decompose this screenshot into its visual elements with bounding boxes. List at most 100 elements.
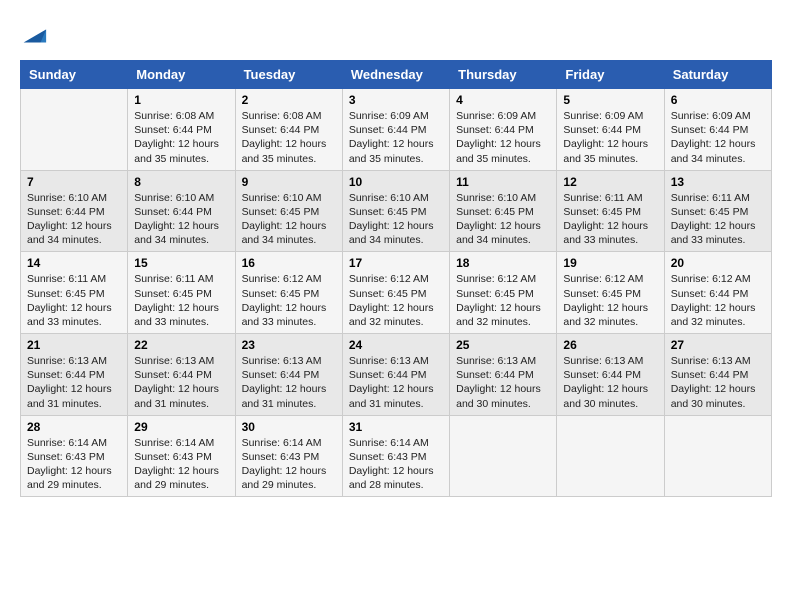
day-info: Sunrise: 6:09 AMSunset: 6:44 PMDaylight:… [671, 109, 765, 166]
week-row-2: 14 Sunrise: 6:11 AMSunset: 6:45 PMDayligh… [21, 252, 772, 334]
day-info: Sunrise: 6:09 AMSunset: 6:44 PMDaylight:… [349, 109, 443, 166]
day-info: Sunrise: 6:13 AMSunset: 6:44 PMDaylight:… [563, 354, 657, 411]
day-cell: 8Sunrise: 6:10 AMSunset: 6:44 PMDaylight… [128, 170, 235, 252]
day-info: Sunrise: 6:14 AMSunset: 6:43 PMDaylight:… [134, 436, 228, 493]
day-cell: 19 Sunrise: 6:12 AMSunset: 6:45 PMDayligh… [557, 252, 664, 334]
header-cell-friday: Friday [557, 61, 664, 89]
header-cell-saturday: Saturday [664, 61, 771, 89]
day-number: 27 [671, 338, 765, 352]
day-cell: 31 Sunrise: 6:14 AMSunset: 6:43 PMDayligh… [342, 415, 449, 497]
day-cell: 9 Sunrise: 6:10 AMSunset: 6:45 PMDaylight… [235, 170, 342, 252]
day-number: 19 [563, 256, 657, 270]
day-info: Sunrise: 6:12 AMSunset: 6:44 PMDaylight:… [671, 272, 765, 329]
day-cell: 10 Sunrise: 6:10 AMSunset: 6:45 PMDayligh… [342, 170, 449, 252]
day-number: 21 [27, 338, 121, 352]
day-info: Sunrise: 6:13 AMSunset: 6:44 PMDaylight:… [456, 354, 550, 411]
day-info: Sunrise: 6:08 AMSunset: 6:44 PMDaylight:… [134, 109, 228, 166]
header [20, 20, 772, 50]
day-number: 18 [456, 256, 550, 270]
day-cell: 1 Sunrise: 6:08 AMSunset: 6:44 PMDaylight… [128, 89, 235, 171]
logo [20, 20, 50, 50]
day-number: 23 [242, 338, 336, 352]
header-cell-thursday: Thursday [450, 61, 557, 89]
day-number: 10 [349, 175, 443, 189]
day-info: Sunrise: 6:11 AMSunset: 6:45 PMDaylight:… [27, 272, 121, 329]
day-number: 14 [27, 256, 121, 270]
day-info: Sunrise: 6:09 AMSunset: 6:44 PMDaylight:… [563, 109, 657, 166]
day-cell: 16 Sunrise: 6:12 AMSunset: 6:45 PMDayligh… [235, 252, 342, 334]
day-number: 9 [242, 175, 336, 189]
day-cell: 27 Sunrise: 6:13 AMSunset: 6:44 PMDayligh… [664, 334, 771, 416]
day-number: 28 [27, 420, 121, 434]
day-info: Sunrise: 6:14 AMSunset: 6:43 PMDaylight:… [349, 436, 443, 493]
day-cell: 29 Sunrise: 6:14 AMSunset: 6:43 PMDayligh… [128, 415, 235, 497]
day-info: Sunrise: 6:10 AMSunset: 6:45 PMDaylight:… [456, 191, 550, 248]
day-cell: 17 Sunrise: 6:12 AMSunset: 6:45 PMDayligh… [342, 252, 449, 334]
day-info: Sunrise: 6:12 AMSunset: 6:45 PMDaylight:… [563, 272, 657, 329]
day-number: 3 [349, 93, 443, 107]
day-number: 25 [456, 338, 550, 352]
header-cell-wednesday: Wednesday [342, 61, 449, 89]
day-info: Sunrise: 6:14 AMSunset: 6:43 PMDaylight:… [27, 436, 121, 493]
day-cell: 22 Sunrise: 6:13 AMSunset: 6:44 PMDayligh… [128, 334, 235, 416]
day-number: 15 [134, 256, 228, 270]
week-row-4: 28 Sunrise: 6:14 AMSunset: 6:43 PMDayligh… [21, 415, 772, 497]
day-info: Sunrise: 6:12 AMSunset: 6:45 PMDaylight:… [242, 272, 336, 329]
day-info: Sunrise: 6:13 AMSunset: 6:44 PMDaylight:… [27, 354, 121, 411]
day-cell: 15 Sunrise: 6:11 AMSunset: 6:45 PMDayligh… [128, 252, 235, 334]
day-number: 6 [671, 93, 765, 107]
day-info: Sunrise: 6:08 AMSunset: 6:44 PMDaylight:… [242, 109, 336, 166]
day-cell: 11 Sunrise: 6:10 AMSunset: 6:45 PMDayligh… [450, 170, 557, 252]
week-row-0: 1 Sunrise: 6:08 AMSunset: 6:44 PMDaylight… [21, 89, 772, 171]
day-cell [664, 415, 771, 497]
day-info: Sunrise: 6:13 AMSunset: 6:44 PMDaylight:… [671, 354, 765, 411]
day-number: 12 [563, 175, 657, 189]
day-cell: 24Sunrise: 6:13 AMSunset: 6:44 PMDayligh… [342, 334, 449, 416]
day-info: Sunrise: 6:10 AMSunset: 6:45 PMDaylight:… [349, 191, 443, 248]
day-number: 7 [27, 175, 121, 189]
day-number: 4 [456, 93, 550, 107]
day-number: 5 [563, 93, 657, 107]
day-number: 8 [134, 175, 228, 189]
day-info: Sunrise: 6:13 AMSunset: 6:44 PMDaylight:… [242, 354, 336, 411]
day-number: 2 [242, 93, 336, 107]
day-cell [557, 415, 664, 497]
day-number: 13 [671, 175, 765, 189]
day-cell: 30 Sunrise: 6:14 AMSunset: 6:43 PMDayligh… [235, 415, 342, 497]
day-info: Sunrise: 6:12 AMSunset: 6:45 PMDaylight:… [349, 272, 443, 329]
day-cell: 12 Sunrise: 6:11 AMSunset: 6:45 PMDayligh… [557, 170, 664, 252]
day-cell: 3 Sunrise: 6:09 AMSunset: 6:44 PMDaylight… [342, 89, 449, 171]
calendar-table: SundayMondayTuesdayWednesdayThursdayFrid… [20, 60, 772, 497]
day-info: Sunrise: 6:12 AMSunset: 6:45 PMDaylight:… [456, 272, 550, 329]
day-number: 16 [242, 256, 336, 270]
day-cell: 28 Sunrise: 6:14 AMSunset: 6:43 PMDayligh… [21, 415, 128, 497]
day-number: 17 [349, 256, 443, 270]
logo-icon [20, 22, 48, 50]
day-info: Sunrise: 6:10 AMSunset: 6:45 PMDaylight:… [242, 191, 336, 248]
day-info: Sunrise: 6:11 AMSunset: 6:45 PMDaylight:… [671, 191, 765, 248]
day-info: Sunrise: 6:14 AMSunset: 6:43 PMDaylight:… [242, 436, 336, 493]
day-cell: 4 Sunrise: 6:09 AMSunset: 6:44 PMDaylight… [450, 89, 557, 171]
day-number: 30 [242, 420, 336, 434]
day-number: 22 [134, 338, 228, 352]
day-number: 11 [456, 175, 550, 189]
header-row: SundayMondayTuesdayWednesdayThursdayFrid… [21, 61, 772, 89]
day-cell: 5 Sunrise: 6:09 AMSunset: 6:44 PMDaylight… [557, 89, 664, 171]
day-cell: 6 Sunrise: 6:09 AMSunset: 6:44 PMDaylight… [664, 89, 771, 171]
header-cell-tuesday: Tuesday [235, 61, 342, 89]
day-cell: 25 Sunrise: 6:13 AMSunset: 6:44 PMDayligh… [450, 334, 557, 416]
day-info: Sunrise: 6:09 AMSunset: 6:44 PMDaylight:… [456, 109, 550, 166]
day-number: 24 [349, 338, 443, 352]
day-cell: 20Sunrise: 6:12 AMSunset: 6:44 PMDayligh… [664, 252, 771, 334]
day-cell: 23 Sunrise: 6:13 AMSunset: 6:44 PMDayligh… [235, 334, 342, 416]
day-info: Sunrise: 6:11 AMSunset: 6:45 PMDaylight:… [134, 272, 228, 329]
day-info: Sunrise: 6:11 AMSunset: 6:45 PMDaylight:… [563, 191, 657, 248]
day-number: 1 [134, 93, 228, 107]
header-cell-sunday: Sunday [21, 61, 128, 89]
header-cell-monday: Monday [128, 61, 235, 89]
day-info: Sunrise: 6:10 AMSunset: 6:44 PMDaylight:… [27, 191, 121, 248]
day-info: Sunrise: 6:13 AMSunset: 6:44 PMDaylight:… [134, 354, 228, 411]
day-number: 31 [349, 420, 443, 434]
day-cell: 13 Sunrise: 6:11 AMSunset: 6:45 PMDayligh… [664, 170, 771, 252]
day-number: 29 [134, 420, 228, 434]
